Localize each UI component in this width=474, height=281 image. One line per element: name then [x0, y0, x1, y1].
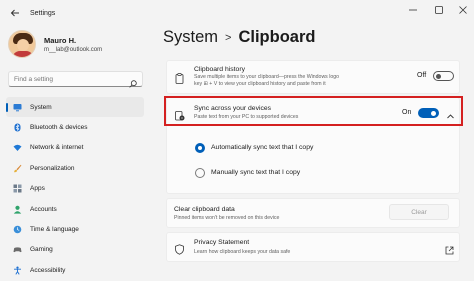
- accessibility-icon: [13, 266, 22, 275]
- auto-sync-radio[interactable]: [195, 143, 205, 153]
- sidebar-item-personalization[interactable]: Personalization: [6, 158, 144, 178]
- clear-button[interactable]: Clear: [389, 204, 449, 220]
- brush-icon: [13, 164, 22, 173]
- user-profile[interactable]: Mauro H. m__lab@outlook.com: [8, 30, 102, 58]
- sidebar-item-accessibility[interactable]: Accessibility: [6, 260, 144, 280]
- globe-clock-icon: [13, 225, 22, 234]
- clipboard-history-description-line2: key ⊞ + V to view your clipboard history…: [194, 81, 326, 87]
- sidebar-item-apps[interactable]: Apps: [6, 179, 144, 199]
- highlight-box: [164, 96, 463, 126]
- sidebar-item-accounts[interactable]: Accounts: [6, 199, 144, 219]
- user-name: Mauro H.: [44, 35, 77, 45]
- sidebar-item-label: System: [30, 103, 52, 111]
- person-icon: [13, 205, 22, 214]
- clipboard-icon: [174, 71, 185, 84]
- sidebar-nav: System Bluetooth & devices Network & int…: [6, 97, 144, 281]
- privacy-card[interactable]: Privacy Statement Learn how clipboard ke…: [166, 232, 460, 262]
- sidebar-item-gaming[interactable]: Gaming: [6, 240, 144, 260]
- sidebar-item-label: Accounts: [30, 205, 57, 213]
- manual-sync-label: Manually sync text that I copy: [211, 169, 301, 176]
- clipboard-history-card: Clipboard history Save multiple items to…: [166, 60, 460, 94]
- window-title: Settings: [30, 9, 56, 17]
- sidebar-item-label: Time & language: [30, 226, 79, 234]
- clipboard-history-toggle-label: Off: [417, 72, 427, 79]
- search-box[interactable]: [8, 71, 143, 88]
- clear-data-card: Clear clipboard data Pinned items won't …: [166, 198, 460, 228]
- search-icon[interactable]: [129, 75, 137, 88]
- sidebar-item-label: Bluetooth & devices: [30, 124, 88, 132]
- manual-sync-radio[interactable]: [195, 168, 205, 178]
- privacy-description: Learn how clipboard keeps your data safe: [194, 249, 291, 255]
- shield-icon: [174, 242, 185, 255]
- clear-data-description: Pinned items won't be removed on this de…: [174, 215, 280, 221]
- gamepad-icon: [13, 245, 22, 254]
- external-link-icon[interactable]: [445, 242, 456, 255]
- back-arrow-icon[interactable]: [4, 2, 26, 24]
- maximize-icon[interactable]: [431, 3, 447, 17]
- clipboard-history-title: Clipboard history: [194, 66, 245, 73]
- minimize-icon[interactable]: [405, 3, 421, 17]
- user-email: m__lab@outlook.com: [44, 46, 103, 53]
- auto-sync-label: Automatically sync text that I copy: [211, 144, 314, 151]
- sidebar-item-label: Personalization: [30, 164, 75, 172]
- clipboard-history-toggle[interactable]: [433, 71, 454, 81]
- clear-data-title: Clear clipboard data: [174, 206, 235, 213]
- avatar: [8, 30, 36, 58]
- sidebar-item-label: Network & internet: [30, 144, 84, 152]
- sidebar-item-system[interactable]: System: [6, 97, 144, 118]
- search-input[interactable]: [14, 75, 129, 83]
- clipboard-history-description-line1: Save multiple items to your clipboard—pr…: [194, 74, 340, 80]
- sidebar-item-label: Accessibility: [30, 266, 66, 274]
- wifi-icon: [13, 143, 22, 152]
- privacy-title: Privacy Statement: [194, 239, 250, 246]
- bluetooth-icon: [13, 123, 22, 132]
- breadcrumb: System > Clipboard: [163, 28, 315, 47]
- breadcrumb-separator: >: [225, 31, 232, 44]
- sidebar-item-label: Apps: [30, 185, 45, 193]
- breadcrumb-parent[interactable]: System: [163, 28, 218, 47]
- apps-icon: [13, 184, 22, 193]
- title-bar: Settings: [0, 0, 474, 26]
- sidebar-item-bluetooth[interactable]: Bluetooth & devices: [6, 117, 144, 137]
- page-title: Clipboard: [238, 28, 316, 46]
- sidebar-item-label: Gaming: [30, 246, 53, 254]
- sidebar-item-network[interactable]: Network & internet: [6, 138, 144, 158]
- close-icon[interactable]: [455, 3, 471, 17]
- monitor-icon: [13, 103, 22, 112]
- sidebar-item-time-language[interactable]: Time & language: [6, 219, 144, 239]
